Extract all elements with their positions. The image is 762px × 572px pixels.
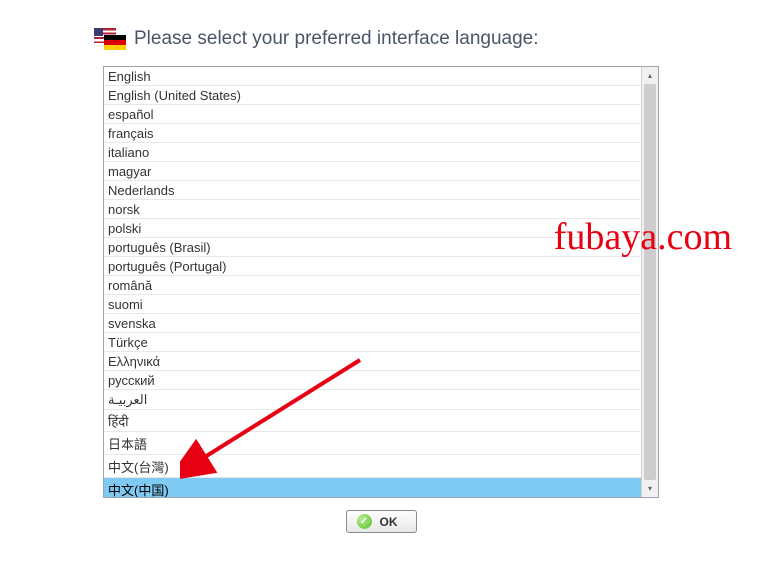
list-item[interactable]: norsk [104,200,641,219]
list-item[interactable]: svenska [104,314,641,333]
list-item[interactable]: English (United States) [104,86,641,105]
list-item[interactable]: română [104,276,641,295]
ok-button[interactable]: ✓ OK [346,510,417,533]
list-item[interactable]: polski [104,219,641,238]
list-item[interactable]: 日本語 [104,432,641,455]
button-row: ✓ OK [0,498,762,545]
check-icon: ✓ [357,514,372,529]
list-item[interactable]: English [104,67,641,86]
list-item[interactable]: suomi [104,295,641,314]
list-item[interactable]: français [104,124,641,143]
scroll-thumb[interactable] [644,84,656,480]
list-item[interactable]: italiano [104,143,641,162]
ok-button-label: OK [380,515,398,529]
scrollbar[interactable]: ▴ ▾ [641,67,658,497]
list-item[interactable]: português (Brasil) [104,238,641,257]
list-item[interactable]: magyar [104,162,641,181]
scroll-down-button[interactable]: ▾ [642,480,658,497]
list-item[interactable]: русский [104,371,641,390]
scroll-up-button[interactable]: ▴ [642,67,658,84]
flags-icon [94,28,124,50]
list-item[interactable]: português (Portugal) [104,257,641,276]
list-item[interactable]: العربيـة [104,390,641,410]
list-item[interactable]: español [104,105,641,124]
list-item[interactable]: 中文(台灣) [104,455,641,478]
dialog-title: Please select your preferred interface l… [134,28,539,50]
list-item[interactable]: Türkçe [104,333,641,352]
list-item[interactable]: हिंदी [104,410,641,432]
list-item[interactable]: Ελληνικά [104,352,641,371]
list-item[interactable]: Nederlands [104,181,641,200]
list-item[interactable]: 中文(中国) [104,478,641,497]
dialog-header: Please select your preferred interface l… [0,0,762,66]
language-listbox[interactable]: EnglishEnglish (United States)españolfra… [103,66,659,498]
